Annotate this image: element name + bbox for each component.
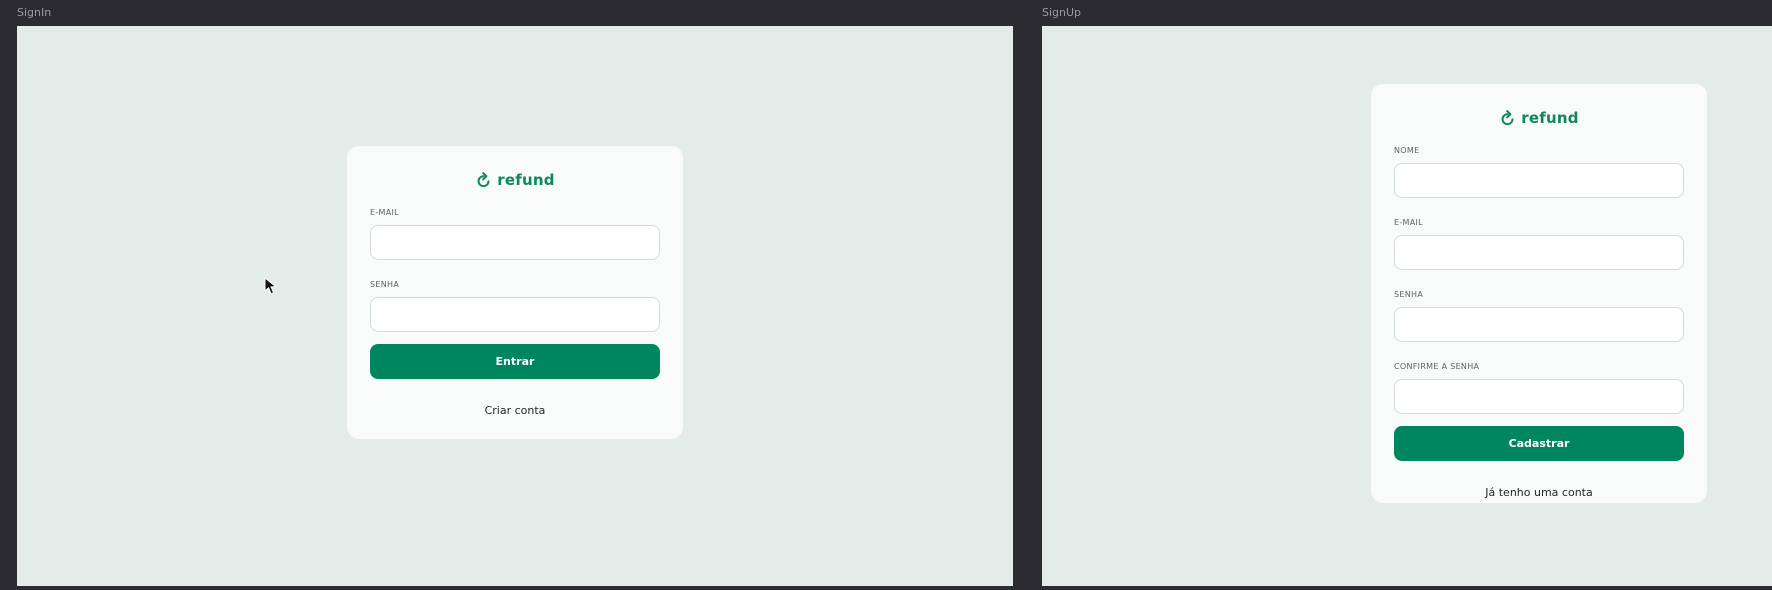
mouse-pointer-icon: [264, 277, 278, 295]
confirm-password-input[interactable]: [1394, 379, 1684, 414]
signin-frame: refund E-MAIL SENHA Entrar Criar conta: [17, 26, 1013, 586]
email-label: E-MAIL: [370, 208, 399, 217]
signup-frame: refund NOME E-MAIL SENHA CONFIRME A SENH…: [1042, 26, 1772, 586]
logo: refund: [370, 169, 660, 191]
create-account-link[interactable]: Criar conta: [370, 404, 660, 417]
password-label: SENHA: [1394, 290, 1424, 299]
frame-title-signup: SignUp: [1042, 6, 1082, 19]
email-field-group: E-MAIL: [370, 208, 660, 260]
email-field-group: E-MAIL: [1394, 218, 1684, 270]
refresh-arrow-icon: [1501, 109, 1514, 125]
logo-text: refund: [497, 171, 555, 189]
name-input[interactable]: [1394, 163, 1684, 198]
signin-submit-button[interactable]: Entrar: [370, 344, 660, 379]
email-input[interactable]: [1394, 235, 1684, 270]
password-field-group: SENHA: [370, 280, 660, 332]
logo-text: refund: [1521, 109, 1579, 127]
password-field-group: SENHA: [1394, 290, 1684, 342]
confirm-password-field-group: CONFIRME A SENHA: [1394, 362, 1684, 414]
name-label: NOME: [1394, 146, 1420, 155]
password-input[interactable]: [370, 297, 660, 332]
email-label: E-MAIL: [1394, 218, 1423, 227]
frame-title-signin: SignIn: [17, 6, 52, 19]
email-input[interactable]: [370, 225, 660, 260]
password-label: SENHA: [370, 280, 400, 289]
refresh-arrow-icon: [477, 171, 490, 187]
signup-card: refund NOME E-MAIL SENHA CONFIRME A SENH…: [1371, 84, 1707, 503]
signin-card: refund E-MAIL SENHA Entrar Criar conta: [347, 146, 683, 439]
password-input[interactable]: [1394, 307, 1684, 342]
name-field-group: NOME: [1394, 146, 1684, 198]
have-account-link[interactable]: Já tenho uma conta: [1394, 486, 1684, 499]
signup-submit-button[interactable]: Cadastrar: [1394, 426, 1684, 461]
logo: refund: [1394, 107, 1684, 129]
confirm-password-label: CONFIRME A SENHA: [1394, 362, 1480, 371]
